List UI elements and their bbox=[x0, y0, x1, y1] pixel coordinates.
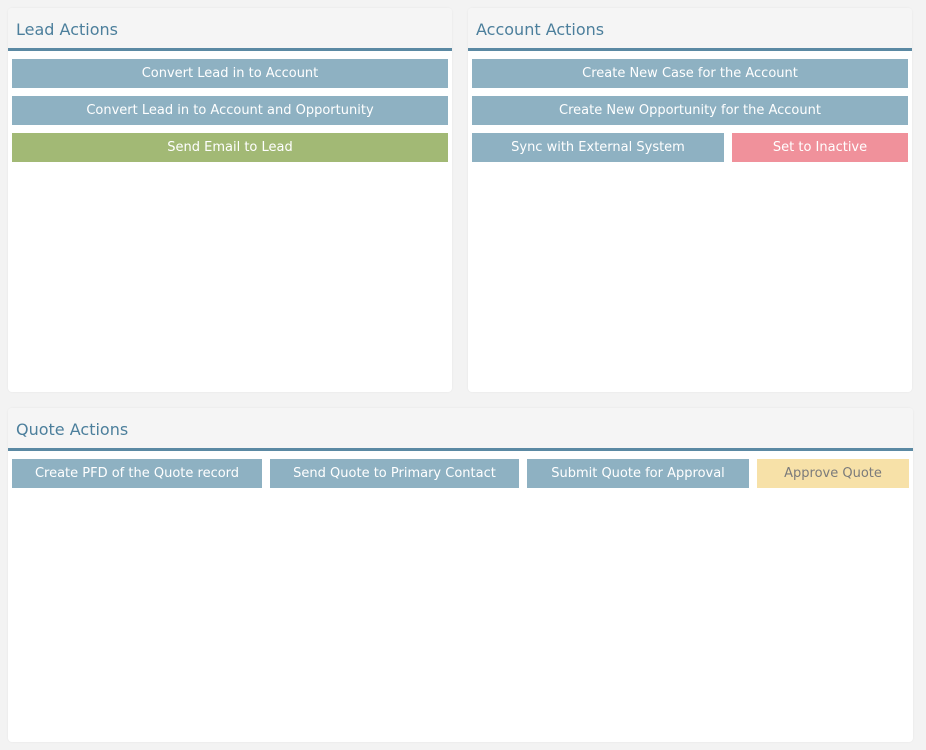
set-to-inactive-button[interactable]: Set to Inactive bbox=[732, 133, 908, 162]
sync-external-system-button[interactable]: Sync with External System bbox=[472, 133, 724, 162]
lead-actions-panel: Lead Actions Convert Lead in to Account … bbox=[8, 8, 452, 392]
account-actions-title: Account Actions bbox=[476, 20, 605, 39]
account-actions-header: Account Actions bbox=[468, 8, 912, 51]
lead-actions-header: Lead Actions bbox=[8, 8, 452, 51]
quote-actions-header: Quote Actions bbox=[8, 408, 913, 451]
create-new-case-button[interactable]: Create New Case for the Account bbox=[472, 59, 908, 88]
convert-lead-to-account-and-opportunity-button[interactable]: Convert Lead in to Account and Opportuni… bbox=[12, 96, 448, 125]
send-quote-primary-contact-button[interactable]: Send Quote to Primary Contact bbox=[270, 459, 519, 488]
account-actions-panel: Account Actions Create New Case for the … bbox=[468, 8, 912, 392]
quote-actions-title: Quote Actions bbox=[16, 420, 129, 439]
submit-quote-approval-button[interactable]: Submit Quote for Approval bbox=[527, 459, 749, 488]
lead-actions-title: Lead Actions bbox=[16, 20, 118, 39]
create-new-opportunity-button[interactable]: Create New Opportunity for the Account bbox=[472, 96, 908, 125]
create-pdf-quote-button[interactable]: Create PFD of the Quote record bbox=[12, 459, 262, 488]
quote-actions-panel: Quote Actions Create PFD of the Quote re… bbox=[8, 408, 913, 742]
approve-quote-button[interactable]: Approve Quote bbox=[757, 459, 909, 488]
convert-lead-to-account-button[interactable]: Convert Lead in to Account bbox=[12, 59, 448, 88]
send-email-to-lead-button[interactable]: Send Email to Lead bbox=[12, 133, 448, 162]
